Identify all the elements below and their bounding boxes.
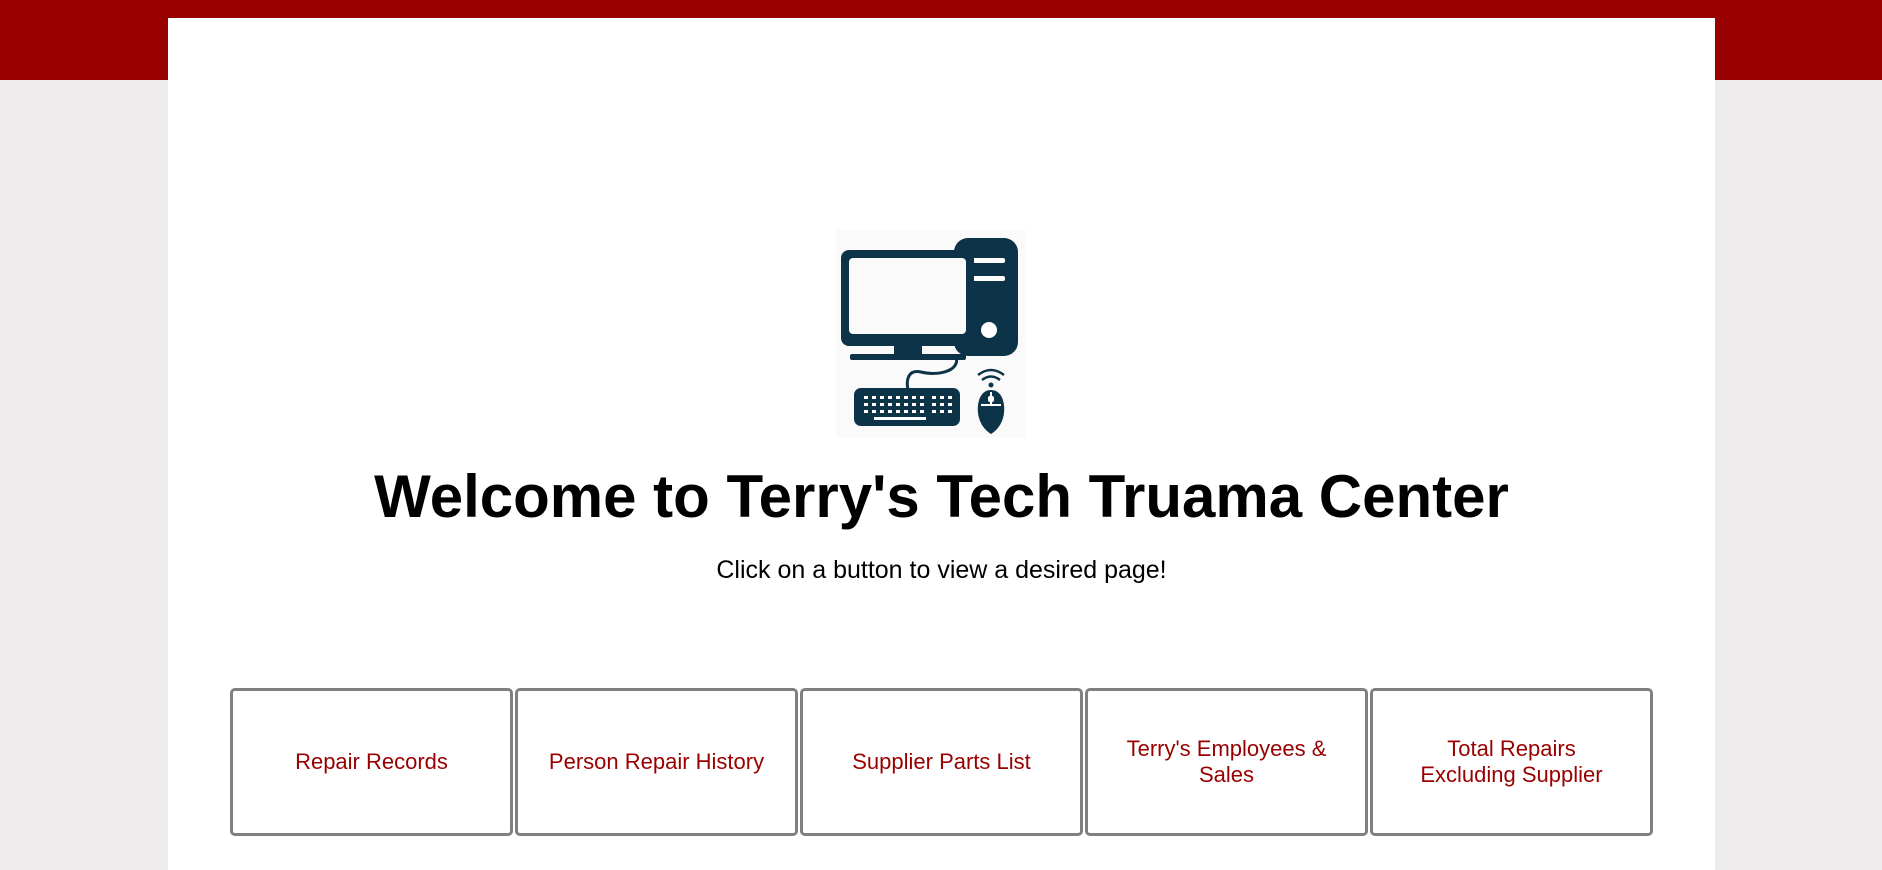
supplier-parts-list-button[interactable]: Supplier Parts List	[800, 688, 1083, 836]
employees-sales-button[interactable]: Terry's Employees & Sales	[1085, 688, 1368, 836]
page-subtitle: Click on a button to view a desired page…	[716, 556, 1167, 584]
page-title: Welcome to Terry's Tech Truama Center	[374, 463, 1509, 530]
computer-icon	[836, 230, 1026, 438]
repair-records-button[interactable]: Repair Records	[230, 688, 513, 836]
total-repairs-button[interactable]: Total Repairs Excluding Supplier	[1370, 688, 1653, 836]
person-repair-history-button[interactable]: Person Repair History	[515, 688, 798, 836]
main-content: Welcome to Terry's Tech Truama Center Cl…	[168, 18, 1715, 870]
nav-button-row: Repair Records Person Repair History Sup…	[230, 688, 1653, 836]
